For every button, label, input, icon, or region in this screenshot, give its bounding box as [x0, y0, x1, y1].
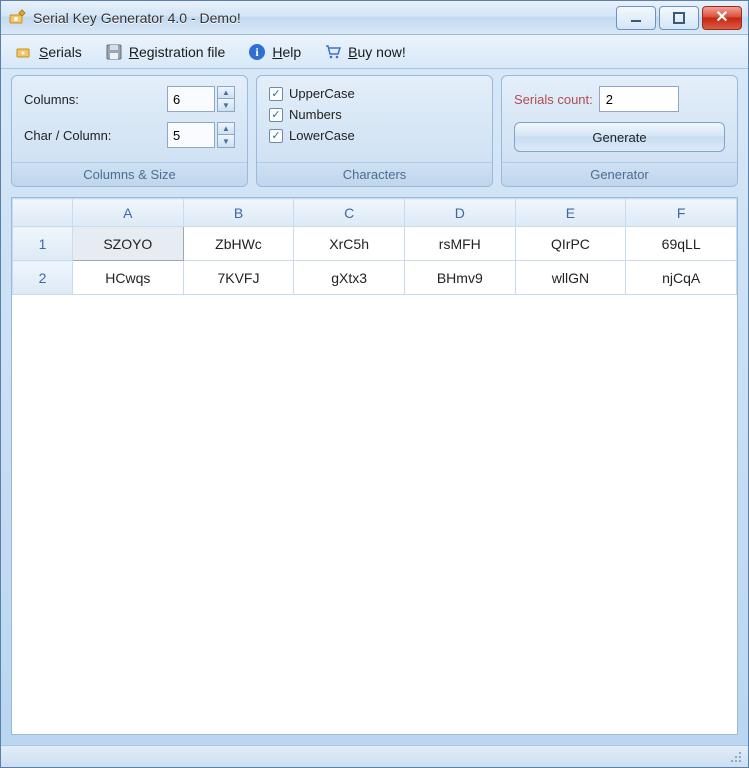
cell[interactable]: rsMFH — [404, 227, 515, 261]
menu-registration-label: Registration file — [129, 44, 226, 60]
app-icon — [7, 8, 27, 28]
group-characters: ✓ UpperCase ✓ Numbers ✓ LowerCase Charac… — [256, 75, 493, 187]
row-header[interactable]: 2 — [13, 261, 73, 295]
serials-icon — [14, 42, 34, 62]
lowercase-label: LowerCase — [289, 128, 355, 143]
row-header[interactable]: 1 — [13, 227, 73, 261]
statusbar — [1, 745, 748, 767]
menu-serials[interactable]: Serials — [9, 39, 87, 65]
column-header[interactable]: E — [515, 199, 626, 227]
ribbon: Columns: ▲ ▼ Char / Column: ▲ — [1, 69, 748, 187]
table-header-row: ABCDEF — [13, 199, 737, 227]
menu-serials-label: Serials — [39, 44, 82, 60]
serials-count-label: Serials count: — [514, 92, 593, 107]
serials-table: ABCDEF 1SZOYOZbHWcXrC5hrsMFHQIrPC69qLL2H… — [12, 198, 737, 295]
charcol-spinner: ▲ ▼ — [167, 122, 235, 148]
column-header[interactable]: C — [294, 199, 405, 227]
menu-buy[interactable]: Buy now! — [318, 39, 411, 65]
uppercase-checkbox[interactable]: ✓ — [269, 87, 283, 101]
maximize-button[interactable] — [659, 6, 699, 30]
group-generator: Serials count: Generate Generator — [501, 75, 738, 187]
columns-input[interactable] — [167, 86, 215, 112]
numbers-checkbox[interactable]: ✓ — [269, 108, 283, 122]
group-columns-size: Columns: ▲ ▼ Char / Column: ▲ — [11, 75, 248, 187]
lowercase-checkbox[interactable]: ✓ — [269, 129, 283, 143]
menu-buy-label: Buy now! — [348, 44, 406, 60]
cell[interactable]: BHmv9 — [404, 261, 515, 295]
cell[interactable]: SZOYO — [73, 227, 184, 261]
columns-down-button[interactable]: ▼ — [217, 99, 235, 112]
cell[interactable]: ZbHWc — [183, 227, 294, 261]
close-button[interactable]: ✕ — [702, 6, 742, 30]
titlebar[interactable]: Serial Key Generator 4.0 - Demo! ✕ — [1, 1, 748, 35]
column-header[interactable]: B — [183, 199, 294, 227]
cell[interactable]: HCwqs — [73, 261, 184, 295]
charcol-input[interactable] — [167, 122, 215, 148]
column-header[interactable]: D — [404, 199, 515, 227]
menu-registration[interactable]: Registration file — [99, 39, 231, 65]
menu-help-label: Help — [272, 44, 301, 60]
cell[interactable]: gXtx3 — [294, 261, 405, 295]
serials-grid-container[interactable]: ABCDEF 1SZOYOZbHWcXrC5hrsMFHQIrPC69qLL2H… — [11, 197, 738, 735]
resize-grip-icon[interactable] — [728, 749, 744, 765]
save-icon — [104, 42, 124, 62]
columns-spinner: ▲ ▼ — [167, 86, 235, 112]
cell[interactable]: wllGN — [515, 261, 626, 295]
cell[interactable]: QIrPC — [515, 227, 626, 261]
window-title: Serial Key Generator 4.0 - Demo! — [33, 10, 616, 26]
cell[interactable]: 7KVFJ — [183, 261, 294, 295]
serials-count-input[interactable] — [599, 86, 679, 112]
charcol-label: Char / Column: — [24, 128, 159, 143]
uppercase-label: UpperCase — [289, 86, 355, 101]
table-row: 1SZOYOZbHWcXrC5hrsMFHQIrPC69qLL — [13, 227, 737, 261]
minimize-button[interactable] — [616, 6, 656, 30]
columns-up-button[interactable]: ▲ — [217, 86, 235, 99]
columns-label: Columns: — [24, 92, 159, 107]
group-generator-label: Generator — [502, 162, 737, 186]
cell[interactable]: XrC5h — [294, 227, 405, 261]
close-icon: ✕ — [715, 10, 728, 26]
info-icon: i — [247, 42, 267, 62]
numbers-label: Numbers — [289, 107, 342, 122]
table-corner[interactable] — [13, 199, 73, 227]
group-columns-size-label: Columns & Size — [12, 162, 247, 186]
column-header[interactable]: A — [73, 199, 184, 227]
column-header[interactable]: F — [626, 199, 737, 227]
charcol-up-button[interactable]: ▲ — [217, 122, 235, 135]
cart-icon — [323, 42, 343, 62]
group-characters-label: Characters — [257, 162, 492, 186]
menubar: Serials Registration file i Help Buy now… — [1, 35, 748, 69]
generate-button[interactable]: Generate — [514, 122, 725, 152]
table-row: 2HCwqs7KVFJgXtx3BHmv9wllGNnjCqA — [13, 261, 737, 295]
cell[interactable]: njCqA — [626, 261, 737, 295]
menu-help[interactable]: i Help — [242, 39, 306, 65]
charcol-down-button[interactable]: ▼ — [217, 135, 235, 148]
app-window: Serial Key Generator 4.0 - Demo! ✕ Seria… — [0, 0, 749, 768]
cell[interactable]: 69qLL — [626, 227, 737, 261]
window-controls: ✕ — [616, 6, 742, 30]
